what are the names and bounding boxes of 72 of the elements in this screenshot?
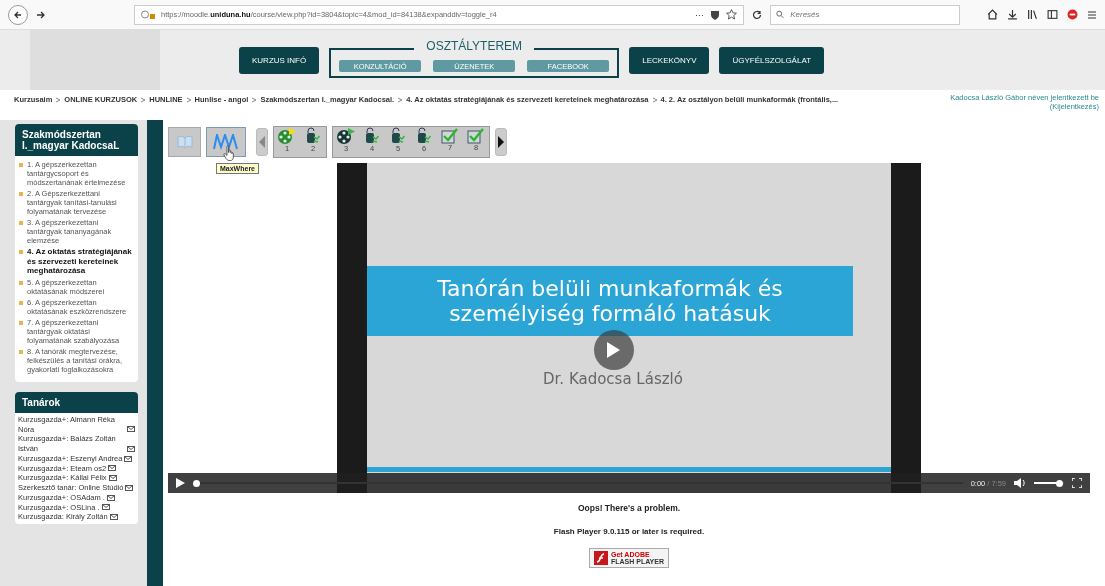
more-icon[interactable]: ··· [695, 9, 704, 20]
reel-flag-icon [277, 127, 297, 145]
bullet-icon [19, 280, 23, 285]
separator-icon [397, 96, 404, 103]
bullet-icon [19, 221, 23, 225]
star-icon[interactable] [726, 9, 737, 20]
mail-icon[interactable] [127, 445, 135, 452]
previous-button[interactable] [256, 128, 268, 156]
nav-button[interactable]: LECKEKÖNYV [629, 46, 710, 74]
block-title: Tanárok [15, 391, 138, 413]
reel-icon [336, 127, 356, 145]
book-icon [175, 135, 194, 149]
forward-icon[interactable] [36, 9, 46, 20]
back-button[interactable] [8, 4, 28, 25]
mail-icon[interactable] [124, 455, 133, 462]
separator-icon [251, 96, 258, 103]
bullet-icon [19, 250, 23, 254]
zigzag-icon [213, 134, 239, 150]
menu-icon[interactable] [1087, 9, 1097, 20]
group-title: OSZTÁLYTEREM [414, 39, 535, 53]
bullet-icon [19, 320, 23, 325]
mail-icon[interactable] [106, 494, 115, 501]
separator-icon [55, 96, 62, 103]
reload-icon[interactable] [752, 9, 762, 20]
lock-person-icon [390, 127, 406, 145]
slide-title: Tanórán belüli munkaformák és [437, 275, 783, 301]
slide-author: Dr. Kadocsa László [543, 370, 683, 388]
lock-person-icon [305, 127, 321, 145]
checkbox-tick-icon [467, 127, 485, 144]
separator-icon [651, 96, 658, 103]
search-input[interactable]: Keresés [788, 9, 954, 20]
flash-logo-icon [594, 551, 608, 565]
bullet-icon [19, 192, 23, 196]
topic-link[interactable]: 4. Az oktatás stratégiájának és szervezeti kereteinek meghatározása [27, 247, 134, 276]
download-icon[interactable] [1007, 9, 1018, 20]
separator-icon [185, 96, 192, 103]
checkbox-tick-icon [441, 127, 459, 144]
right-arrow-icon [498, 136, 504, 148]
mail-icon[interactable] [108, 465, 117, 472]
error-title: Oops! There's a problem. [577, 503, 681, 513]
mail-icon[interactable] [125, 484, 134, 491]
bullet-icon [19, 349, 23, 354]
left-arrow-icon [259, 136, 265, 148]
lock-person-icon [364, 127, 380, 145]
search-icon [776, 10, 785, 19]
mail-icon[interactable] [101, 504, 110, 511]
hand-cursor-icon [223, 145, 236, 161]
next-button[interactable] [495, 128, 507, 156]
slide-title: személyiség formáló hatásuk [449, 301, 771, 327]
back-arrow-icon [13, 9, 23, 20]
mail-icon[interactable] [109, 514, 118, 521]
play-icon[interactable] [176, 478, 185, 488]
mail-icon[interactable] [127, 426, 135, 433]
fullscreen-icon[interactable] [1072, 478, 1082, 488]
library-icon[interactable] [1027, 9, 1038, 20]
block-icon[interactable] [1067, 9, 1078, 20]
bullet-icon [19, 163, 23, 167]
lock-person-icon [416, 127, 432, 145]
bullet-icon [19, 300, 23, 305]
play-overlay-button[interactable] [594, 330, 634, 370]
shield-icon[interactable] [710, 9, 720, 20]
nav-button[interactable]: ÜGYFÉLSZOLGÁLAT [719, 46, 825, 74]
play-icon [605, 341, 621, 359]
sidebar-icon[interactable] [1047, 9, 1058, 20]
block-title: Szakmódszertan I._magyar KadocsaL [15, 124, 138, 156]
volume-icon[interactable] [1014, 478, 1026, 488]
mail-icon[interactable] [108, 475, 117, 482]
home-icon[interactable] [987, 9, 998, 20]
error-message: Flash Player 9.0.115 or later is required. [553, 527, 705, 536]
separator-icon [140, 96, 147, 103]
search-field[interactable]: Keresés [770, 4, 960, 25]
nav-button[interactable]: KURZUS INFÓ [239, 46, 320, 74]
